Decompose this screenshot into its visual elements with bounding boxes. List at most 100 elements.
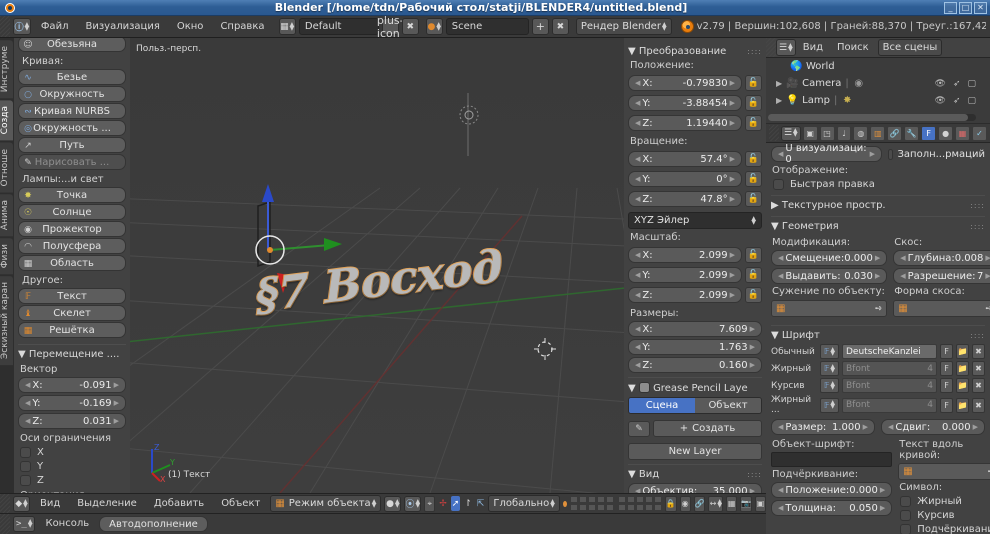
lock-location-x-button[interactable]: 🔓 (745, 75, 762, 91)
console-menu-console[interactable]: Консоль (38, 515, 96, 533)
cursor-arrow-icon[interactable]: ➶ (953, 79, 961, 89)
modifiers-tab-icon[interactable]: 🔧 (904, 125, 920, 141)
grease-pencil-panel-header[interactable]: ▼ Grease Pencil Laye (628, 377, 762, 394)
scale-z[interactable]: ◀ Z: 2.099 ▶ (628, 287, 742, 303)
location-y[interactable]: ◀ Y: -3.88454 ▶ (628, 95, 742, 111)
pivot-point-button[interactable]: ⦿ ▲ ▼ (404, 495, 422, 512)
add-spot-lamp-button[interactable]: ◉ Прожектор (18, 221, 126, 237)
view-menu-object[interactable]: Объект (214, 495, 267, 513)
view-menu-add[interactable]: Добавить (147, 495, 211, 513)
add-path-button[interactable]: ↗ Путь (18, 137, 126, 153)
font-fake-user-button[interactable]: F (940, 344, 953, 359)
expand-toggle-icon[interactable]: ▶ (776, 96, 782, 105)
geometry-panel-header[interactable]: ▼ Геометрия :::: (771, 216, 985, 232)
dimension-z[interactable]: ◀ Z: 0.160 ▶ (628, 357, 762, 373)
transform-orientation-select[interactable]: Глобально ▲ ▼ (488, 495, 560, 512)
add-scene-button[interactable]: + (531, 18, 549, 35)
tab-relations[interactable]: Отноше (0, 142, 13, 193)
eyedropper-icon[interactable]: ➺ (875, 304, 883, 314)
outliner-display-mode[interactable]: Все сцены (877, 39, 943, 56)
delete-scene-button[interactable]: ✖ (551, 18, 569, 35)
open-folder-icon[interactable]: 📁 (956, 361, 969, 376)
font-browse-icon[interactable]: 𝔽 ▲ ▼ (820, 361, 839, 376)
font-bold-name[interactable]: Bfont 4 (842, 361, 937, 376)
view-menu-select[interactable]: Выделение (70, 495, 144, 513)
fill-deformed-toggle[interactable]: Заполн...рмаций (888, 148, 985, 160)
font-fake-user-button[interactable]: F (940, 397, 953, 413)
material-tab-icon[interactable]: ● (938, 125, 954, 141)
add-armature-button[interactable]: ♝ Скелет (18, 305, 126, 321)
location-x[interactable]: ◀ X: -0.79830 ▶ (628, 75, 742, 91)
eye-icon[interactable]: 👁 (935, 96, 946, 106)
add-sun-lamp-button[interactable]: ☉ Солнце (18, 204, 126, 220)
font-fake-user-button[interactable]: F (940, 361, 953, 376)
italic-checkbox[interactable] (900, 510, 912, 521)
menu-file[interactable]: Файл (34, 18, 76, 36)
tab-tools[interactable]: Инструме (0, 40, 13, 99)
add-nurbs-curve-button[interactable]: ∾ Кривая NURBS (18, 103, 126, 119)
underline-thickness[interactable]: ◀ Толщина: 0.050 ▶ (771, 500, 893, 516)
viewport-shading-button[interactable]: ● ▲ ▼ (384, 495, 402, 512)
tab-physics[interactable]: Физи (0, 238, 13, 275)
lock-scale-y-button[interactable]: 🔓 (745, 267, 762, 283)
rotate-manipulator-icon[interactable]: ➚ (450, 496, 461, 511)
font-regular-name[interactable]: DeutscheKanzlei (842, 344, 937, 359)
outliner-grip[interactable] (766, 38, 776, 57)
lock-location-y-button[interactable]: 🔓 (745, 95, 762, 111)
minimize-button[interactable]: _ (944, 1, 957, 14)
cursor-arrow-icon[interactable]: ➶ (953, 96, 961, 106)
open-folder-icon[interactable]: 📁 (956, 378, 969, 393)
snap-magnet-icon[interactable]: ⌖ (424, 495, 436, 512)
scale-y[interactable]: ◀ Y: 2.099 ▶ (628, 267, 742, 283)
screen-layout-icon[interactable]: ▦ ▲ ▼ (278, 18, 296, 35)
taper-object-field[interactable]: ▦ ➺ (771, 300, 888, 317)
transform-panel-header[interactable]: ▼ Преобразование :::: (628, 42, 762, 57)
constraint-axis-y[interactable]: Y (20, 461, 126, 472)
add-circle-curve-button[interactable]: ○ Окружность (18, 86, 126, 102)
lock-scale-z-button[interactable]: 🔓 (745, 287, 762, 303)
camera-render-icon[interactable]: ▢ (967, 96, 976, 106)
add-monkey-button[interactable]: ☺ Обезьяна (18, 38, 126, 52)
eye-icon[interactable]: 👁 (935, 79, 946, 89)
open-folder-icon[interactable]: 📁 (956, 397, 969, 413)
scale-manipulator-icon[interactable]: ↾ (463, 496, 473, 511)
outliner-menu-search[interactable]: Поиск (830, 39, 876, 57)
outliner-menu-view[interactable]: Вид (796, 39, 830, 57)
render-layers-tab-icon[interactable]: ◳ (819, 125, 835, 141)
lock-scale-x-button[interactable]: 🔓 (745, 247, 762, 263)
add-lattice-button[interactable]: ▦ Решётка (18, 322, 126, 338)
render-tab-icon[interactable]: ▣ (802, 125, 818, 141)
proportional-edit-icon[interactable]: ↔ ▲ ▼ (708, 495, 724, 512)
font-browse-icon[interactable]: 𝔽 ▲ ▼ (820, 378, 839, 393)
checkbox-y[interactable] (20, 461, 31, 472)
add-bezier-button[interactable]: ∿ Безье (18, 69, 126, 85)
gp-scope-scene[interactable]: Сцена (629, 398, 695, 413)
font-unlink-button[interactable]: ✖ (972, 344, 985, 359)
gp-scope-object[interactable]: Объект (695, 398, 761, 413)
close-button[interactable]: ✕ (974, 1, 987, 14)
view-menu-view[interactable]: Вид (33, 495, 67, 513)
3d-view-editor-type-button[interactable]: ◆ ▲ ▼ (13, 495, 30, 512)
render-camera-icon[interactable]: 📷 (740, 495, 753, 512)
underline-checkbox[interactable] (900, 524, 912, 534)
text-on-curve-field[interactable]: ▦ ➺ (898, 463, 990, 480)
font-data-tab-icon[interactable]: F (921, 125, 937, 141)
scene-browse-icon[interactable]: ● ▲ ▼ (425, 18, 443, 35)
camera-render-icon[interactable]: ▢ (967, 79, 976, 89)
outliner-horizontal-scrollbar[interactable] (768, 114, 976, 121)
render-engine-select[interactable]: Рендер Blender ▲ ▼ (575, 18, 672, 35)
grease-pencil-icon[interactable]: ✎ (628, 420, 650, 437)
rotation-y[interactable]: ◀ Y: 0° ▶ (628, 171, 742, 187)
fast-edit-toggle[interactable]: Быстрая правка (773, 179, 985, 190)
add-layout-button[interactable]: plus-icon (377, 14, 404, 40)
view-panel-header[interactable]: ▼ Вид :::: (628, 464, 762, 480)
screen-layout-name[interactable]: Default (298, 18, 379, 35)
tab-grease-pencil[interactable]: Эскизный каран (0, 276, 13, 366)
physics-tab-icon[interactable]: ✓ (972, 125, 987, 141)
add-text-button[interactable]: 𝔽 Текст (18, 288, 126, 304)
lock-rotation-y-button[interactable]: 🔓 (745, 171, 762, 187)
translate-manipulator-icon[interactable]: ✢ (438, 496, 448, 511)
scale-x[interactable]: ◀ X: 2.099 ▶ (628, 247, 742, 263)
font-browse-icon[interactable]: 𝔽 ▲ ▼ (820, 397, 839, 413)
console-grip[interactable] (0, 514, 10, 534)
